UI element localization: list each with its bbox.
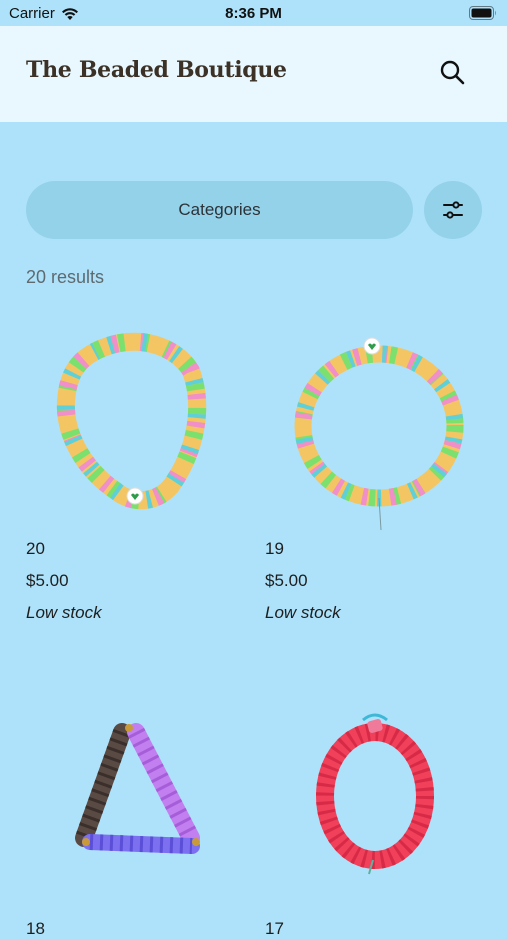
product-name: 17 bbox=[265, 919, 284, 938]
product-name: 20 bbox=[26, 539, 45, 558]
product-image bbox=[316, 713, 434, 875]
stock-status: Low stock bbox=[26, 603, 102, 622]
categories-label: Categories bbox=[178, 200, 261, 219]
product-image bbox=[294, 337, 464, 531]
battery-icon bbox=[469, 6, 497, 24]
sliders-icon bbox=[443, 201, 463, 219]
stock-status: Low stock bbox=[265, 603, 341, 622]
results-count: 20 results bbox=[26, 267, 105, 287]
filter-button[interactable] bbox=[424, 181, 482, 239]
app-header: The Beaded Boutique bbox=[0, 26, 507, 122]
product-image bbox=[75, 723, 200, 854]
product-name: 18 bbox=[26, 919, 45, 938]
status-bar: Carrier 8:36 PM bbox=[0, 0, 507, 26]
search-button[interactable] bbox=[436, 57, 468, 89]
product-price: $5.00 bbox=[26, 571, 69, 590]
product-card[interactable]: 20 $5.00 Low stock bbox=[26, 326, 246, 622]
product-image bbox=[56, 332, 207, 510]
product-card[interactable]: 19 $5.00 Low stock bbox=[265, 326, 485, 622]
search-icon bbox=[440, 60, 465, 85]
product-card[interactable]: 18 bbox=[26, 706, 246, 938]
product-card[interactable]: 17 bbox=[265, 706, 485, 938]
status-time: 8:36 PM bbox=[225, 5, 282, 22]
product-price: $5.00 bbox=[265, 571, 308, 590]
product-name: 19 bbox=[265, 539, 284, 558]
store-title: The Beaded Boutique bbox=[26, 57, 287, 83]
categories-button[interactable]: Categories bbox=[26, 181, 413, 239]
